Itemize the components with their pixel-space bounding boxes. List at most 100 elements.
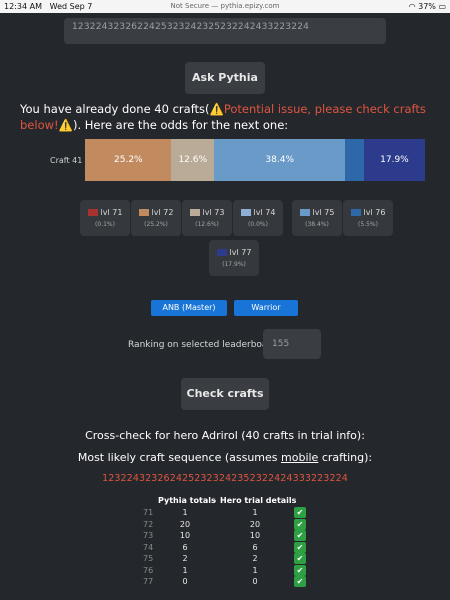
bar-segment-lvl-73: 12.6% — [171, 139, 215, 181]
legend-percent: (25.2%) — [144, 221, 168, 228]
bar-segment-lvl-76 — [345, 139, 364, 181]
legend-label: lvl 76 — [363, 208, 386, 217]
legend-swatch — [216, 249, 227, 256]
check-icon: ✔ — [294, 564, 306, 576]
bar-segment-lvl-72: 25.2% — [85, 139, 172, 181]
legend-item-lvl-77[interactable]: lvl 77 (17.9%) — [209, 240, 259, 276]
check-icon: ✔ — [294, 518, 306, 530]
row-level: 74 — [143, 542, 154, 552]
likely-sequence: 1232243232624252323242352322424333223224 — [102, 473, 348, 484]
legend-swatch — [350, 209, 361, 216]
table-row: 75 2 2 ✔ — [0, 553, 450, 565]
odds-stacked-bar: 25.2% 12.6% 38.4% 17.9% — [85, 139, 425, 181]
legend-label: lvl 72 — [151, 208, 174, 217]
legend-swatch — [299, 209, 310, 216]
legend-swatch — [189, 209, 200, 216]
pythia-totals-header: Pythia totals — [158, 496, 216, 505]
crosscheck-heading: Cross-check for hero Adrirol (40 crafts … — [85, 429, 365, 442]
legend-label: lvl 75 — [312, 208, 335, 217]
legend-swatch — [87, 209, 98, 216]
craft-sequence-input[interactable]: 1232243232622425323242325232242433223224 — [64, 18, 386, 44]
row-hero-total: 0 — [252, 577, 258, 586]
url-bar[interactable]: Not Secure — pythia.epizy.com — [0, 2, 450, 10]
legend-percent: (17.9%) — [222, 261, 246, 268]
bar-segment-label: 12.6% — [178, 155, 208, 165]
check-icon: ✔ — [294, 553, 306, 564]
legend-item-lvl-76[interactable]: lvl 76 (5.5%) — [343, 200, 393, 236]
row-hero-total: 20 — [249, 519, 261, 529]
table-row: 76 1 1 ✔ — [0, 564, 450, 577]
battery-indicator: ◠ 37% ▭ — [409, 2, 446, 11]
warning-icon: ⚠️ — [58, 118, 73, 132]
battery-level: 37% — [418, 2, 436, 11]
legend-item-lvl-75[interactable]: lvl 75 (38.4%) — [292, 200, 342, 236]
table-row: 74 6 6 ✔ — [0, 541, 450, 554]
row-pythia-total: 6 — [182, 542, 188, 552]
legend-label: lvl 74 — [253, 208, 276, 217]
ranking-label: Ranking on selected leaderboard: — [128, 340, 280, 350]
warning-icon: ⚠️ — [209, 102, 224, 116]
craft-status-message: You have already done 40 crafts(⚠️Potent… — [20, 101, 435, 133]
ask-pythia-button[interactable]: Ask Pythia — [185, 62, 265, 94]
legend-label: lvl 71 — [100, 208, 123, 217]
row-level: 71 — [143, 508, 154, 517]
bar-segment-label: 38.4% — [265, 155, 294, 165]
legend-swatch — [138, 209, 149, 216]
row-pythia-total: 2 — [182, 554, 188, 563]
row-hero-total: 10 — [249, 531, 261, 540]
legend-label: lvl 73 — [202, 208, 225, 217]
table-row: 71 1 1 ✔ — [0, 507, 450, 519]
row-level: 75 — [143, 554, 154, 563]
row-pythia-total: 1 — [182, 565, 188, 575]
table-row: 73 10 10 ✔ — [0, 530, 450, 542]
battery-icon: ▭ — [438, 2, 446, 11]
legend-item-lvl-73[interactable]: lvl 73 (12.6%) — [182, 200, 232, 236]
legend-percent: (5.5%) — [358, 221, 378, 228]
row-level: 77 — [143, 577, 154, 586]
bar-segment-lvl-77: 17.9% — [363, 139, 425, 181]
row-level: 73 — [143, 531, 154, 540]
wifi-icon: ◠ — [408, 2, 416, 11]
class-button-anb[interactable]: ANB (Master) — [151, 300, 227, 316]
row-pythia-total: 1 — [182, 508, 188, 517]
status-bar: 12:34 AM Wed Sep 7 Not Secure — pythia.e… — [0, 0, 450, 13]
row-level: 76 — [143, 565, 154, 575]
bar-segment-lvl-75: 38.4% — [214, 139, 346, 181]
likely-mobile: mobile — [281, 451, 319, 464]
header-separator: - — [213, 496, 217, 505]
row-hero-total: 1 — [252, 508, 258, 517]
row-pythia-total: 10 — [179, 531, 191, 540]
row-hero-total: 6 — [252, 542, 258, 552]
row-hero-total: 1 — [252, 565, 258, 575]
table-row: 77 0 0 ✔ — [0, 576, 450, 588]
check-icon: ✔ — [294, 576, 306, 587]
check-crafts-button[interactable]: Check crafts — [181, 378, 269, 410]
bar-segment-label: 17.9% — [380, 155, 409, 165]
check-icon: ✔ — [294, 530, 306, 541]
legend-percent: (0.1%) — [95, 221, 115, 228]
likely-after: crafting): — [318, 451, 373, 464]
row-hero-total: 2 — [252, 554, 258, 563]
class-button-warrior[interactable]: Warrior — [234, 300, 298, 316]
legend-item-lvl-74[interactable]: lvl 74 (0.0%) — [233, 200, 283, 236]
row-level: 72 — [143, 519, 154, 529]
legend-item-lvl-71[interactable]: lvl 71 (0.1%) — [80, 200, 130, 236]
check-icon: ✔ — [294, 541, 306, 553]
legend-percent: (12.6%) — [195, 221, 219, 228]
legend-percent: (0.0%) — [248, 221, 268, 228]
legend-label: lvl 77 — [229, 248, 252, 257]
status-suffix: ). Here are the odds for the next one: — [72, 118, 289, 132]
status-prefix: You have already done 40 crafts( — [20, 102, 210, 116]
legend-item-lvl-72[interactable]: lvl 72 (25.2%) — [131, 200, 181, 236]
legend-swatch — [240, 209, 251, 216]
check-icon: ✔ — [294, 507, 306, 518]
table-row: 72 20 20 ✔ — [0, 518, 450, 531]
likely-before: Most likely craft sequence (assumes — [77, 451, 282, 464]
bar-segment-label: 25.2% — [114, 155, 143, 165]
row-pythia-total: 0 — [182, 577, 188, 586]
legend-percent: (38.4%) — [305, 221, 329, 228]
row-pythia-total: 20 — [179, 519, 191, 529]
ranking-input[interactable]: 155 — [263, 329, 321, 359]
bar-row-label: Craft 41 — [50, 156, 83, 165]
hero-trial-header: Hero trial details — [220, 496, 297, 505]
